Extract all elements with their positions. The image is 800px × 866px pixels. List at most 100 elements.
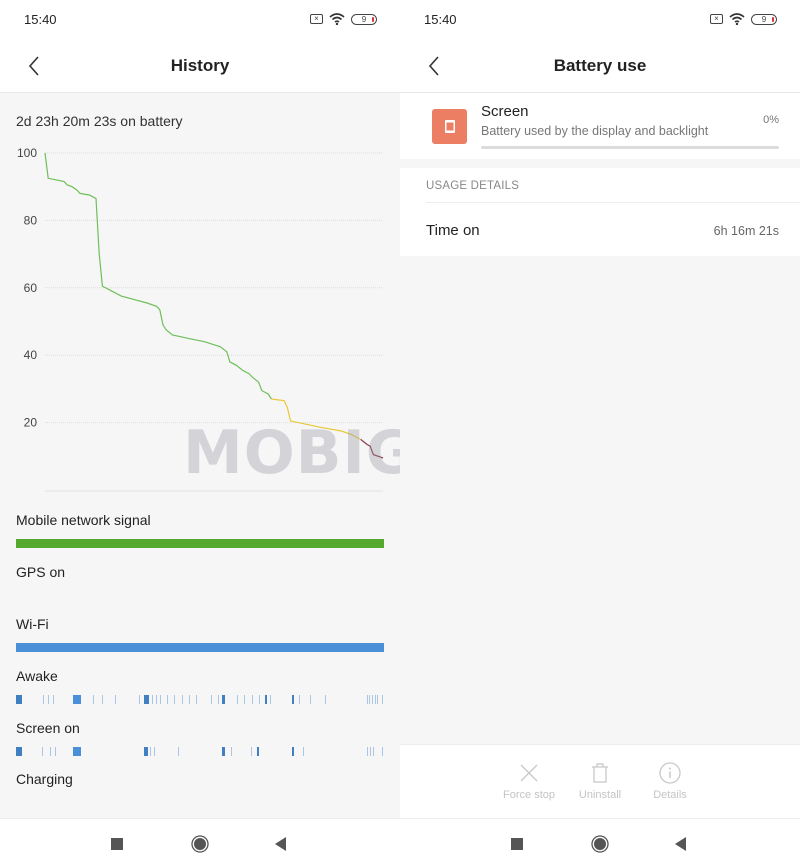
force-stop-button[interactable]: Force stop [494,761,564,801]
screen-app-icon [432,109,467,144]
track-mobile-network-signal [16,539,384,548]
chart-y-axis: 100 80 60 40 20 [17,146,37,430]
activity-tick [222,695,225,704]
recents-button[interactable] [108,835,126,853]
activity-tick [366,747,368,756]
activity-tick [52,695,54,704]
activity-tick [93,695,95,704]
activity-tick [369,695,371,704]
page-title: History [170,56,230,75]
activity-tick [48,695,50,704]
square-icon [511,838,523,850]
activity-tick [55,747,57,756]
status-icons: × 9 [310,12,377,26]
activity-tick [152,695,154,704]
app-description: Battery used by the display and backligh… [481,124,709,138]
details-label: Details [653,789,687,801]
battery-use-screen: 15:40 × 9 Battery use Screen Battery use… [400,0,800,866]
activity-tick [382,747,384,756]
detail-label-time-on: Time on [426,222,480,239]
track-label: GPS on [16,564,66,580]
activity-tick [155,695,157,704]
nav-back-button[interactable] [672,835,690,853]
wifi-icon [729,13,745,25]
activity-tick [138,695,140,704]
sim-x-icon: × [710,14,723,24]
activity-tick [174,695,176,704]
status-bar: 15:40 × 9 [0,0,400,40]
tablet-icon [444,120,455,133]
circle-icon [191,835,209,853]
activity-tick [370,747,372,756]
activity-tick [211,695,213,704]
triangle-back-icon [275,837,286,851]
series-line-battery-medium [271,398,361,440]
track-fill [16,539,384,548]
activity-tick [374,695,376,704]
activity-tick [292,695,295,704]
activity-tick [115,695,117,704]
navigation-bar [400,818,800,866]
activity-tick [144,695,150,704]
activity-tick [236,695,238,704]
battery-icon: 9 [351,13,377,25]
uninstall-label: Uninstall [578,789,622,801]
y-tick-label: 20 [24,416,38,430]
action-bar: Force stop Uninstall Details [400,744,800,818]
circle-icon [591,835,609,853]
status-icons: × 9 [710,12,777,26]
activity-tick [310,695,312,704]
triangle-back-icon [675,837,686,851]
activity-tick [303,747,305,756]
home-button[interactable] [191,835,209,853]
track-screen-on [16,747,384,756]
activity-tick [181,695,183,704]
sim-x-icon: × [310,14,323,24]
activity-tick [177,747,179,756]
activity-tick [150,747,152,756]
battery-icon: 9 [751,13,777,25]
wifi-icon [329,13,345,25]
series-line-battery-low [360,438,384,459]
activity-tick [366,695,368,704]
track-label: Wi-Fi [16,616,49,632]
usage-details-section: USAGE DETAILS Time on 6h 16m 21s [400,168,800,256]
activity-tick [144,747,149,756]
activity-tick [372,747,374,756]
activity-tick [250,747,252,756]
activity-tick [160,695,162,704]
force-stop-label: Force stop [503,789,555,801]
app-usage-card[interactable]: Screen Battery used by the display and b… [400,93,800,159]
activity-tick [258,695,260,704]
activity-tick [292,747,295,756]
track-label: Awake [16,668,58,684]
activity-tick [102,695,104,704]
recents-button[interactable] [508,835,526,853]
y-tick-label: 40 [24,348,38,362]
track-label: Charging [16,771,73,787]
activity-tick [218,695,220,704]
activity-tick [166,695,168,704]
nav-back-button[interactable] [272,835,290,853]
activity-tick [16,747,22,756]
activity-tick [73,695,82,704]
activity-tick [16,695,22,704]
home-button[interactable] [591,835,609,853]
activity-tick [377,695,379,704]
section-header: USAGE DETAILS [426,180,520,192]
battery-level-chart: 100 80 60 40 20 [17,146,384,492]
track-label: Screen on [16,720,80,736]
activity-tick [299,695,301,704]
divider [426,202,800,203]
app-name: Screen [481,103,529,120]
track-awake [16,695,384,704]
usage-percent: 0% [763,114,779,126]
details-button[interactable]: Details [635,761,705,801]
activity-tick [265,695,267,704]
info-icon [659,762,681,784]
uninstall-button[interactable]: Uninstall [565,761,635,801]
status-time: 15:40 [24,12,57,27]
activity-tick [244,695,246,704]
history-screen: 15:40 × 9 History 2d 23h 20m 23s on batt… [0,0,599,866]
activity-tick [154,747,155,756]
